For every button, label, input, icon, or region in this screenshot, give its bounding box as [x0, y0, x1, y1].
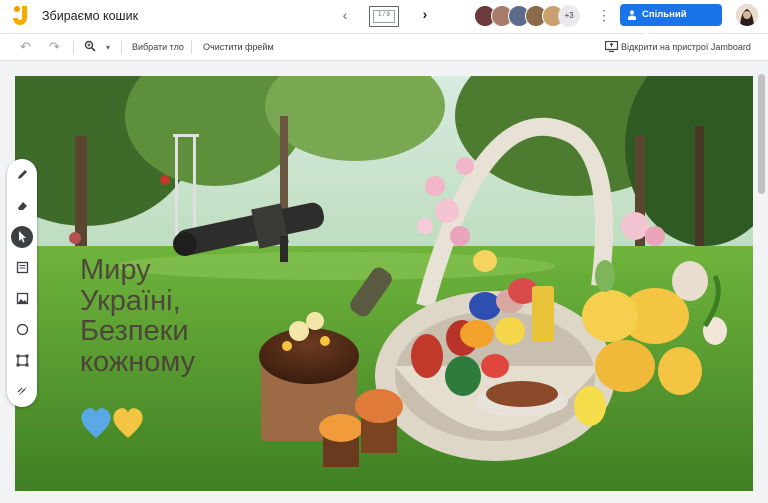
select-background-button[interactable]: Вибрати тло — [132, 42, 184, 52]
blue-heart-icon — [81, 408, 111, 438]
image-tool-button[interactable] — [11, 288, 33, 310]
more-options-icon[interactable]: ⋮ — [597, 7, 611, 24]
scrollbar-thumb[interactable] — [758, 74, 765, 194]
pen-tool-button[interactable] — [11, 164, 33, 186]
frame-indicator[interactable]: 1 / 9 — [369, 6, 399, 27]
map-pin-icon — [160, 175, 170, 185]
wish-line: Миру — [80, 254, 151, 286]
clear-frame-button[interactable]: Очистити фрейм — [203, 42, 274, 52]
circle-icon — [16, 323, 28, 336]
extra-collaborators-badge[interactable]: +3 — [558, 5, 580, 27]
map-pin-icon — [69, 232, 81, 244]
jamboard-logo-icon[interactable] — [11, 4, 33, 28]
device-icon[interactable] — [604, 40, 619, 55]
undo-icon[interactable]: ↶ — [20, 39, 31, 55]
eraser-tool-button[interactable] — [11, 195, 33, 217]
action-toolbar: ↶ ↷ ▾ Вибрати тло Очистити фрейм Відкрит… — [0, 34, 768, 61]
yellow-heart-icon — [113, 408, 143, 438]
tool-sidebar — [7, 159, 37, 407]
open-on-device-button[interactable]: Відкрити на пристрої Jamboard — [621, 42, 751, 52]
text-box-icon — [16, 354, 28, 367]
vertical-scrollbar[interactable] — [756, 64, 768, 494]
divider — [121, 40, 122, 54]
sticky-note-icon — [16, 261, 28, 274]
hearts-sticker[interactable] — [78, 402, 148, 442]
wish-line: кожному — [80, 345, 196, 378]
select-icon — [18, 231, 26, 243]
frame-indicator-label: 1 / 9 — [378, 12, 390, 18]
zoom-dropdown-chevron-icon[interactable]: ▾ — [106, 43, 110, 52]
laser-tool-button[interactable] — [11, 381, 33, 403]
share-button[interactable]: Спільний Доступ — [620, 4, 722, 42]
shape-tool-button[interactable] — [11, 319, 33, 341]
laser-icon — [17, 387, 27, 396]
select-tool-button[interactable] — [11, 226, 33, 248]
wish-line: Безпеки — [80, 315, 189, 347]
image-icon — [16, 292, 28, 305]
previous-frame-button[interactable]: ‹ — [338, 7, 352, 23]
wish-line: Україні, — [80, 284, 181, 317]
sticky-note-tool-button[interactable] — [11, 257, 33, 279]
document-title[interactable]: Збираємо кошик — [42, 9, 138, 23]
top-bar: Збираємо кошик ‹ 1 / 9 › +3 ⋮ Спільний Д… — [0, 0, 768, 42]
redo-icon[interactable]: ↷ — [49, 39, 60, 55]
user-avatar[interactable] — [736, 4, 758, 26]
person-icon — [628, 10, 636, 20]
bottom-edge — [0, 494, 768, 503]
divider — [73, 40, 74, 54]
divider — [191, 40, 192, 54]
user-portrait-icon — [736, 4, 758, 26]
zoom-icon[interactable] — [84, 40, 96, 55]
eraser-icon — [17, 202, 27, 210]
text-box-tool-button[interactable] — [11, 350, 33, 372]
pen-icon — [17, 170, 27, 179]
wish-text[interactable]: Миру Україні, Безпеки кожному — [80, 255, 195, 377]
next-frame-button[interactable]: › — [418, 6, 432, 22]
